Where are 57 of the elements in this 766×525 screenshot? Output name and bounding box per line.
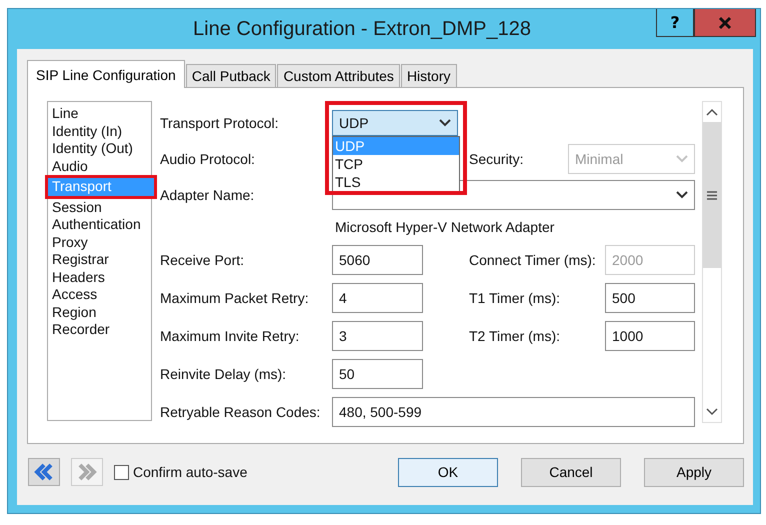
close-button[interactable] [694,9,756,37]
scrollbar[interactable] [702,101,722,423]
category-item[interactable]: Audio [50,158,151,175]
category-item[interactable]: Session [50,198,151,216]
text-field[interactable]: 4 [332,283,423,313]
dialog-button[interactable]: OK [398,458,498,486]
category-item[interactable]: Line [50,105,151,122]
category-item[interactable]: Recorder [50,321,151,338]
category-item[interactable]: Identity (Out) [50,140,151,158]
chevron-icon [676,155,688,163]
field-label: T2 Timer (ms): [469,327,561,346]
double-left-chevron-icon [34,463,54,481]
category-item[interactable]: Headers [50,268,151,286]
tab[interactable]: History [400,64,456,87]
category-item[interactable]: Region [50,304,151,321]
close-icon [718,16,732,30]
text-field[interactable]: 480, 500-599 [332,397,695,427]
scroll-up-icon [706,108,718,116]
text-field[interactable]: 1000 [605,321,695,351]
category-item[interactable]: Identity (In) [50,122,151,140]
chevron-icon [439,119,451,127]
back-button[interactable] [28,458,60,486]
scroll-down-icon [706,408,718,416]
chevron-icon [676,191,688,199]
field-label: Transport Protocol: [160,114,280,133]
transport-dropdown[interactable]: UDP [332,110,458,136]
dropdown-option[interactable]: TCP [333,155,459,173]
checkbox-label: Confirm auto-save [133,464,248,480]
field-label: Maximum Invite Retry: [160,327,300,346]
category-item[interactable]: Authentication [50,216,151,234]
text-field[interactable]: 5060 [332,245,423,275]
double-right-chevron-icon [77,463,97,481]
tab[interactable]: SIP Line Configuration [27,60,185,88]
category-item[interactable]: Proxy [50,234,151,251]
help-button[interactable]: ? [656,9,694,37]
field-label: T1 Timer (ms): [469,289,561,308]
grip-icon [707,190,717,200]
field-label: Receive Port: [160,251,246,270]
field-label: Retryable Reason Codes: [160,403,322,422]
text-field[interactable]: 500 [605,283,695,313]
tab[interactable]: Custom Attributes [277,64,400,87]
adapter-description: Microsoft Hyper-V Network Adapter [334,218,556,237]
category-item[interactable]: Access [50,286,151,304]
field-label: Reinvite Delay (ms): [160,365,288,384]
field-label: Connect Timer (ms): [469,251,597,270]
field-label: Security: [469,150,524,169]
dialog-button[interactable]: Cancel [521,458,621,486]
category-item[interactable]: Registrar [50,251,151,268]
text-field[interactable]: 3 [332,321,423,351]
field-label: Audio Protocol: [160,150,256,169]
dialog-button[interactable]: Apply [644,458,744,486]
checkbox[interactable] [114,464,129,480]
field-label: Adapter Name: [160,186,256,205]
field-label: Maximum Packet Retry: [160,289,310,308]
tab[interactable]: Call Putback [186,64,276,87]
window-title: Line Configuration - Extron_DMP_128 [192,18,532,40]
text-field[interactable]: 50 [332,359,423,389]
